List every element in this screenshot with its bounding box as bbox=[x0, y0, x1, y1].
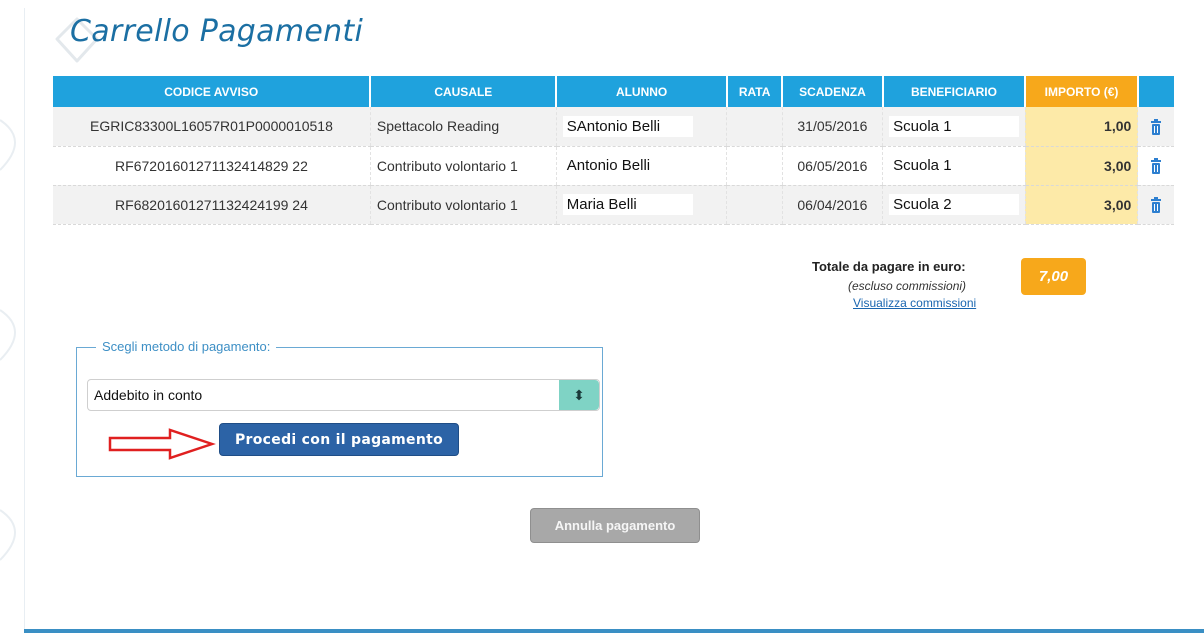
cell-codice: RF68201601271132424199 24 bbox=[53, 185, 371, 225]
cell-rata bbox=[726, 146, 783, 186]
table-row: RF67201601271132414829 22 Contributo vol… bbox=[53, 146, 1174, 186]
header-beneficiario: BENEFICIARIO bbox=[881, 76, 1026, 107]
cell-rata bbox=[726, 107, 783, 147]
red-arrow-icon bbox=[108, 428, 216, 460]
cell-alunno: Maria Belli bbox=[555, 185, 727, 225]
frame-left-border bbox=[24, 8, 25, 630]
background-decoration bbox=[0, 119, 16, 561]
cell-beneficiario: Scuola 1 bbox=[882, 107, 1026, 147]
cell-beneficiario: Scuola 2 bbox=[882, 185, 1026, 225]
cell-causale: Contributo volontario 1 bbox=[369, 146, 557, 186]
cell-delete bbox=[1137, 107, 1174, 147]
cell-alunno: Antonio Belli bbox=[555, 146, 727, 186]
cell-scadenza: 31/05/2016 bbox=[781, 107, 883, 147]
page-title: Carrello Pagamenti bbox=[70, 14, 364, 49]
total-amount: 7,00 bbox=[1021, 258, 1086, 295]
payment-method-select[interactable]: Addebito in conto ⬍ bbox=[87, 379, 600, 411]
header-importo: IMPORTO (€) bbox=[1024, 76, 1138, 107]
trash-icon[interactable] bbox=[1150, 197, 1162, 214]
cell-alunno: SAntonio Belli bbox=[555, 107, 727, 147]
header-rata: RATA bbox=[725, 76, 783, 107]
table-row: RF68201601271132424199 24 Contributo vol… bbox=[53, 185, 1174, 225]
cell-importo: 3,00 bbox=[1024, 146, 1138, 186]
cell-delete bbox=[1137, 146, 1174, 186]
cell-scadenza: 06/04/2016 bbox=[781, 185, 883, 225]
cell-delete bbox=[1137, 185, 1174, 225]
total-label: Totale da pagare in euro: bbox=[812, 259, 966, 274]
header-alunno: ALUNNO bbox=[555, 76, 727, 107]
select-updown-icon[interactable]: ⬍ bbox=[559, 380, 599, 410]
alunno-value: Maria Belli bbox=[562, 194, 693, 215]
cell-beneficiario: Scuola 1 bbox=[882, 146, 1026, 186]
header-causale: CAUSALE bbox=[369, 76, 557, 107]
beneficiario-value: Scuola 1 bbox=[889, 115, 1020, 137]
trash-icon[interactable] bbox=[1150, 118, 1162, 135]
table-row: EGRIC83300L16057R01P0000010518 Spettacol… bbox=[53, 107, 1174, 147]
cell-importo: 1,00 bbox=[1024, 107, 1138, 147]
cancel-payment-button[interactable]: Annulla pagamento bbox=[530, 508, 700, 543]
page: Carrello Pagamenti CODICE AVVISO CAUSALE… bbox=[0, 0, 1204, 634]
cell-importo: 3,00 bbox=[1024, 185, 1138, 225]
cart-table: CODICE AVVISO CAUSALE ALUNNO RATA SCADEN… bbox=[53, 76, 1174, 225]
cell-codice: EGRIC83300L16057R01P0000010518 bbox=[53, 107, 371, 147]
beneficiario-value: Scuola 1 bbox=[889, 155, 1020, 176]
table-header-row: CODICE AVVISO CAUSALE ALUNNO RATA SCADEN… bbox=[53, 76, 1174, 107]
alunno-value: Antonio Belli bbox=[562, 155, 693, 176]
alunno-value: SAntonio Belli bbox=[562, 115, 693, 137]
trash-icon[interactable] bbox=[1150, 158, 1162, 175]
payment-method-legend: Scegli metodo di pagamento: bbox=[96, 339, 277, 354]
header-actions bbox=[1136, 76, 1174, 107]
cell-causale: Contributo volontario 1 bbox=[369, 185, 557, 225]
frame-bottom-border bbox=[24, 629, 1204, 633]
proceed-payment-button[interactable]: Procedi con il pagamento bbox=[219, 423, 459, 456]
beneficiario-value: Scuola 2 bbox=[889, 194, 1020, 215]
cell-scadenza: 06/05/2016 bbox=[781, 146, 883, 186]
payment-method-selected: Addebito in conto bbox=[94, 387, 203, 403]
view-commissions-link[interactable]: Visualizza commissioni bbox=[853, 296, 976, 310]
header-codice-avviso: CODICE AVVISO bbox=[53, 76, 371, 107]
cell-codice: RF67201601271132414829 22 bbox=[53, 146, 371, 186]
cell-causale: Spettacolo Reading bbox=[369, 107, 557, 147]
cell-rata bbox=[726, 185, 783, 225]
total-note: (escluso commissioni) bbox=[848, 279, 967, 293]
header-scadenza: SCADENZA bbox=[781, 76, 883, 107]
